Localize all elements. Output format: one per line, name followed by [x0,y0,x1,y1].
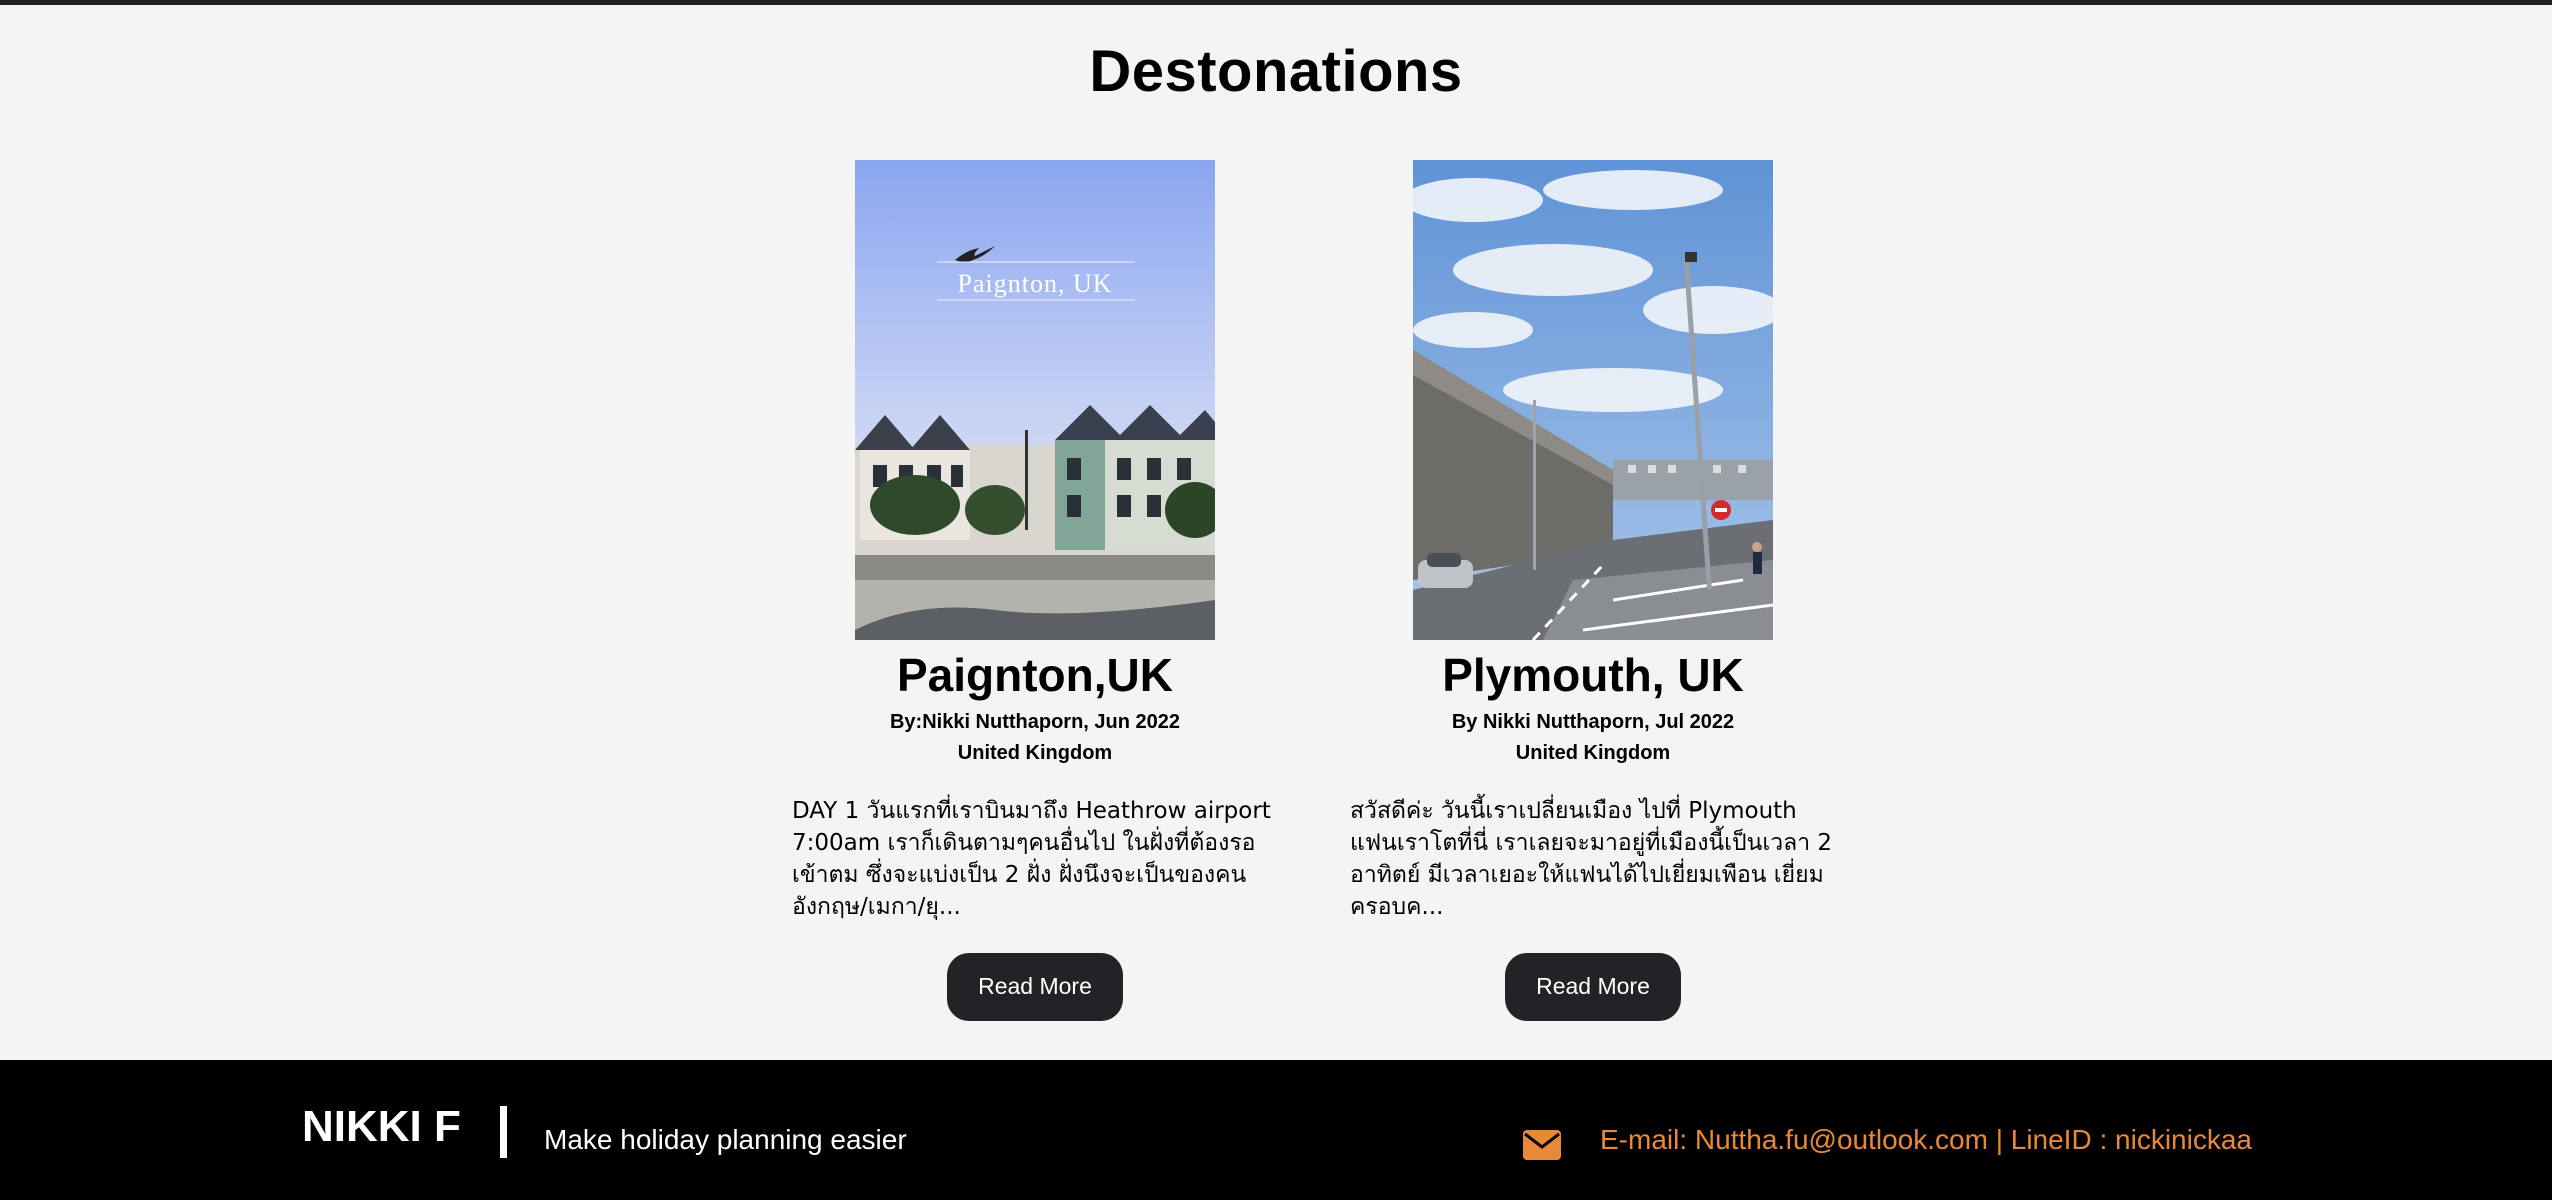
top-border [0,0,2552,5]
photo-caption: Paignton, UK [958,269,1113,298]
footer-divider [500,1106,507,1158]
footer-brand[interactable]: NIKKI F [302,1102,461,1152]
footer-tagline: Make holiday planning easier [544,1124,907,1155]
card-byline: By:Nikki Nutthaporn, Jun 2022 [889,710,1181,733]
destination-photo-plymouth[interactable] [1413,160,1773,640]
page-title: Destonations [1089,39,1463,104]
read-more-button[interactable]: Read More [947,952,1123,1021]
read-more-button[interactable]: Read More [1505,952,1681,1021]
site-footer: NIKKI F Make holiday planning easier E-m… [0,1060,2552,1200]
card-excerpt: DAY 1 วันแรกที่เราบินมาถึง Heathrow airp… [792,797,1271,920]
card-title[interactable]: Paignton,UK [897,650,1173,701]
destination-photo-paignton[interactable]: Paignton, UK [855,160,1215,640]
card-excerpt: สวัสดีค่ะ วันนี้เราเปลี่ยนเมือง ไปที่ Pl… [1350,797,1833,920]
footer-contact[interactable]: E-mail: Nuttha.fu@outlook.com | LineID :… [1600,1124,2252,1156]
destination-card-paignton: Paignton, UK Paignton,UK By:Nikki Nuttha… [770,160,1300,1021]
card-byline: By Nikki Nutthaporn, Jul 2022 [1451,710,1735,733]
card-country: United Kingdom [1515,741,1671,764]
destination-card-plymouth: Plymouth, UK By Nikki Nutthaporn, Jul 20… [1328,160,1858,1021]
mail-icon [1523,1130,1561,1160]
card-title[interactable]: Plymouth, UK [1442,650,1744,701]
card-country: United Kingdom [957,741,1113,764]
